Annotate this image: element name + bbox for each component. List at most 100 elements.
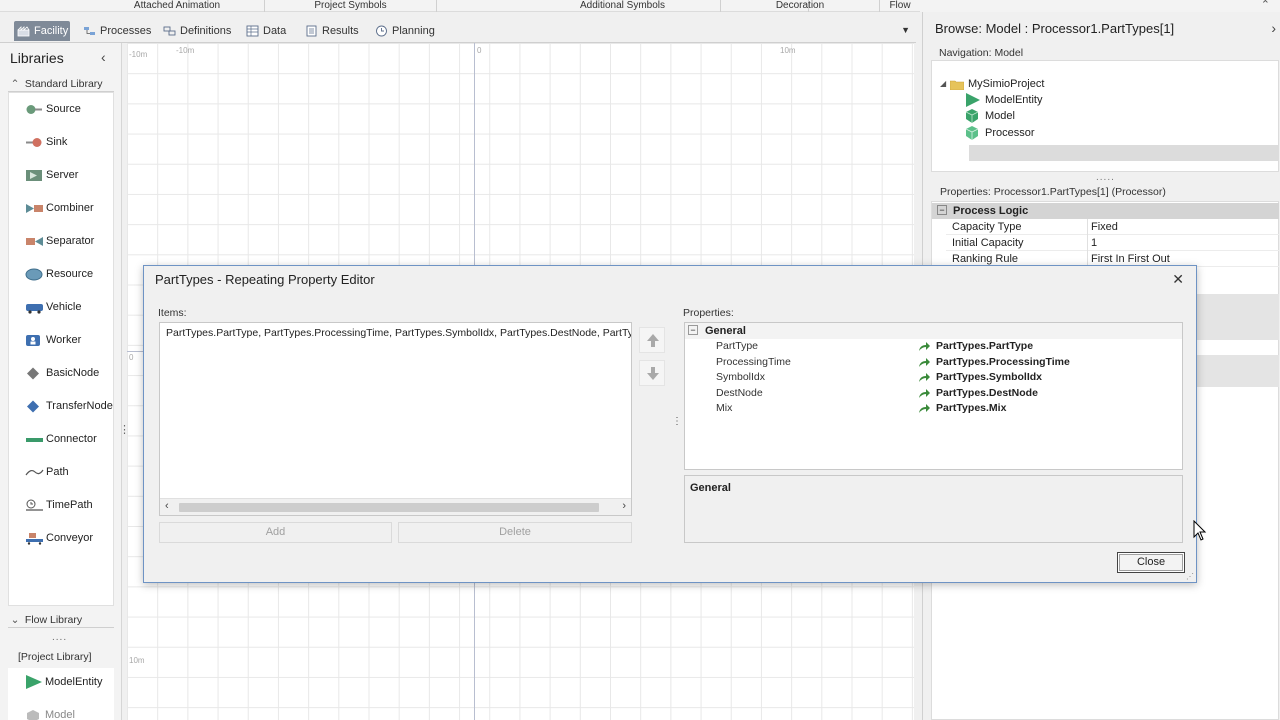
library-item-label: Path [46,466,69,478]
reference-arrow-icon [919,404,930,413]
delete-button[interactable]: Delete [398,522,632,543]
dialog-title: PartTypes - Repeating Property Editor [155,272,375,287]
property-value[interactable]: PartTypes.ProcessingTime [918,355,1070,370]
property-name: DestNode [716,387,763,399]
items-label: Items: [158,307,187,319]
library-item-label: Model [45,709,75,720]
scroll-right-icon[interactable]: › [622,500,626,512]
add-button[interactable]: Add [159,522,392,543]
library-item-modelentity[interactable]: ModelEntity [8,671,112,693]
library-item-model[interactable]: Model [8,704,112,720]
library-item-connector[interactable]: Connector [9,428,113,450]
library-item-label: Conveyor [46,532,94,544]
mouse-cursor-icon [1193,520,1207,541]
close-button[interactable]: Close [1117,552,1185,573]
tab-planning[interactable]: Planning [372,21,438,41]
collapse-browse-icon[interactable]: › [1271,20,1276,36]
property-description-box: General [684,475,1183,543]
scrollbar-thumb[interactable] [179,503,599,512]
library-item-label: Resource [46,268,94,280]
library-item-worker[interactable]: Worker [9,329,113,351]
scroll-left-icon[interactable]: ‹ [165,500,169,512]
property-value[interactable]: PartTypes.SymbolIdx [918,370,1042,385]
data-icon [246,25,259,37]
property-name: Capacity Type [952,221,1022,233]
reference-arrow-icon [919,373,930,382]
tab-results[interactable]: Results [302,21,364,41]
tree-expand-icon[interactable]: ◢ [940,79,946,88]
property-row[interactable]: Mix PartTypes.Mix [699,401,1182,417]
panel-splitter-grip[interactable]: ..... [1096,172,1115,183]
tree-item-model[interactable]: Model [965,108,1015,124]
tree-item-modelentity[interactable]: ModelEntity [965,92,1042,108]
collapse-ribbon-icon[interactable]: ⌃ [1261,0,1270,11]
library-item-path[interactable]: Path [9,461,113,483]
property-value-text: PartTypes.SymbolIdx [936,371,1043,383]
reference-arrow-icon [919,389,930,398]
library-item-label: Sink [46,136,68,148]
library-item-source[interactable]: Source [9,98,113,120]
collapse-section-icon: ⌃ [10,78,20,90]
model-icon [27,710,39,720]
property-row[interactable]: ProcessingTime PartTypes.ProcessingTime [699,355,1182,371]
description-title: General [690,482,731,494]
move-down-button[interactable] [639,360,665,386]
items-list[interactable]: PartTypes.PartType, PartTypes.Processing… [159,322,632,516]
tab-data[interactable]: Data [243,21,293,41]
property-value[interactable]: 1 [1087,235,1277,251]
standard-library-header[interactable]: ⌃ Standard Library [8,76,114,92]
property-name: SymbolIdx [716,371,766,383]
tab-dropdown-icon[interactable]: ▼ [901,25,910,35]
planning-icon [376,25,387,37]
tab-facility[interactable]: Facility [14,21,70,41]
library-item-basicnode[interactable]: BasicNode [9,362,113,384]
tree-item-label: MySimioProject [968,78,1045,90]
project-library-header[interactable]: [Project Library] [8,649,114,665]
expand-section-icon: ⌄ [10,614,20,626]
resize-grip-icon[interactable]: ⋰ [1186,572,1194,581]
horizontal-scrollbar[interactable]: ‹ › [160,498,631,515]
items-list-entry[interactable]: PartTypes.PartType, PartTypes.Processing… [166,327,631,339]
library-item-timepath[interactable]: TimePath [9,494,113,516]
property-value[interactable]: PartTypes.Mix [918,401,1006,416]
property-value-text: PartTypes.DestNode [936,387,1038,399]
facility-icon [17,26,30,37]
property-value-text: PartTypes.Mix [936,402,1007,414]
library-item-sink[interactable]: Sink [9,131,113,153]
library-item-server[interactable]: Server [9,164,113,186]
reference-arrow-icon [919,358,930,367]
tab-processes[interactable]: Processes [80,21,151,41]
property-row[interactable]: DestNode PartTypes.DestNode [699,386,1182,402]
library-item-transfernode[interactable]: TransferNode [9,395,113,417]
property-value[interactable]: Fixed [1087,219,1277,235]
library-item-separator[interactable]: Separator [9,230,113,252]
library-item-conveyor[interactable]: Conveyor [9,527,113,549]
dialog-splitter-grip[interactable]: ⋮ [672,416,682,427]
property-row[interactable]: PartType PartTypes.PartType [699,339,1182,355]
connector-icon [26,438,43,442]
property-value[interactable]: PartTypes.DestNode [918,386,1038,401]
property-row[interactable]: Capacity Type Fixed [946,219,1279,235]
panel-splitter-grip[interactable]: .... [52,632,67,643]
ribbon-group-bar: Attached Animation Project Symbols Addit… [0,0,920,12]
property-row[interactable]: SymbolIdx PartTypes.SymbolIdx [699,370,1182,386]
tree-item-processor[interactable]: Processor [965,125,1035,141]
flow-library-header[interactable]: ⌄ Flow Library [8,612,114,628]
collapse-libraries-icon[interactable]: ‹ [101,49,106,65]
navigation-label: Navigation: Model [939,47,1024,59]
tree-item-mysimioproject[interactable]: MySimioProject [950,76,1044,92]
library-item-label: Worker [46,334,82,346]
tab-definitions[interactable]: Definitions [160,21,232,41]
library-item-resource[interactable]: Resource [9,263,113,285]
library-item-combiner[interactable]: Combiner [9,197,113,219]
standard-library-label: Standard Library [24,78,103,90]
property-row[interactable]: Initial Capacity 1 [946,235,1279,251]
category-general[interactable]: − General [685,323,1182,339]
category-process-logic[interactable]: − Process Logic [932,203,1279,219]
library-item-label: Vehicle [46,301,82,313]
library-item-vehicle[interactable]: Vehicle [9,296,113,318]
close-icon[interactable]: ✕ [1172,271,1184,288]
move-up-button[interactable] [639,327,665,353]
ribbon-group-project-symbols: Project Symbols [265,0,437,12]
property-value[interactable]: PartTypes.PartType [918,339,1033,354]
